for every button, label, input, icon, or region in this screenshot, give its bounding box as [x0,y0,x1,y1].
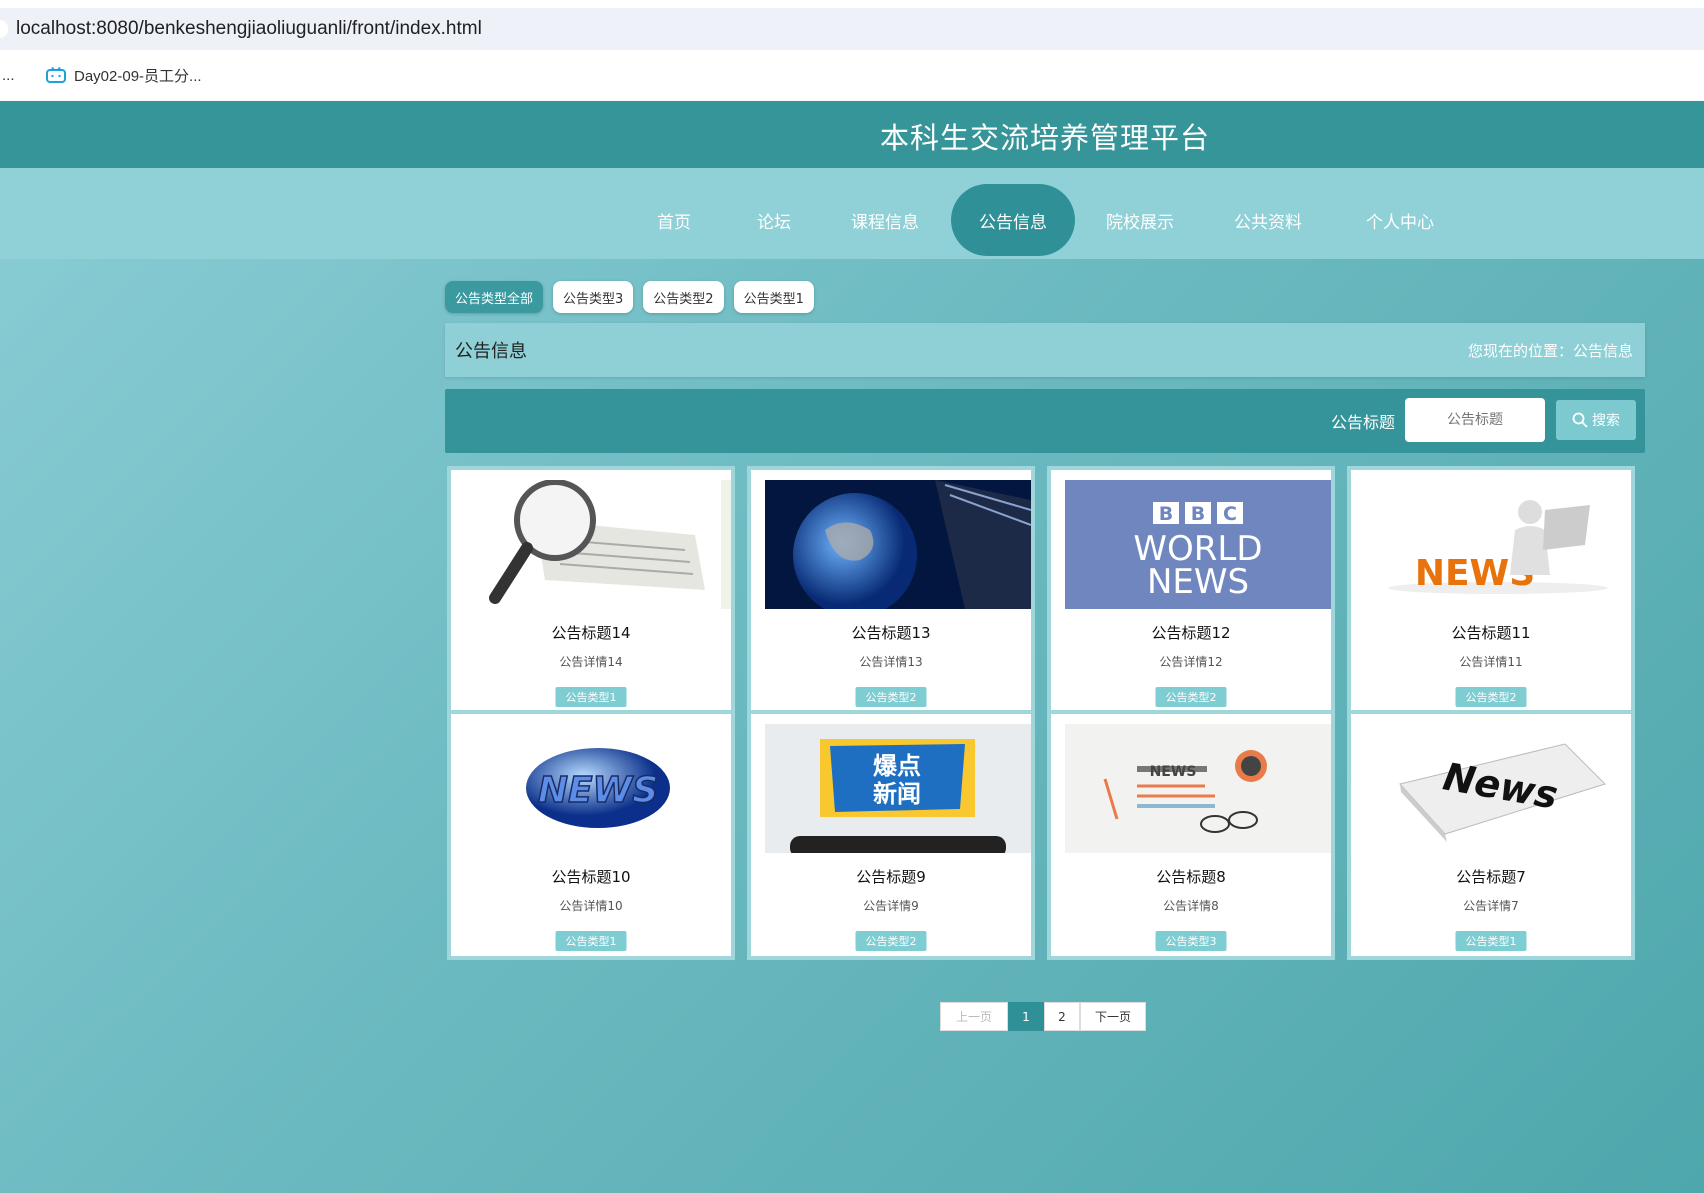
type-filters: 公告类型全部 公告类型3 公告类型2 公告类型1 [445,281,814,313]
filter-type1[interactable]: 公告类型1 [733,281,814,313]
site-info-icon[interactable] [0,20,8,38]
svg-text:新闻: 新闻 [873,780,921,808]
search-button-label: 搜索 [1592,413,1620,429]
bilibili-icon [46,67,66,83]
svg-text:B: B [1159,503,1173,525]
announcement-card[interactable]: 爆点 新闻 公告标题9 公告详情9 公告类型2 [747,710,1035,960]
search-bar: 公告标题 搜索 [445,389,1645,453]
nav-courses[interactable]: 课程信息 [846,184,924,256]
announcement-card[interactable]: B B C WORLD NEWS 公告标题12 公告详情12 公告类型2 [1047,466,1335,716]
main-nav: 首页 论坛 课程信息 公告信息 院校展示 公共资料 个人中心 [0,168,1704,259]
card-desc: 公告详情7 [1463,899,1519,913]
newspaper-image: News [1365,724,1631,853]
bbc-world-news-image: B B C WORLD NEWS [1065,480,1331,609]
news-figure-image: NEWS [1365,480,1631,609]
filter-all[interactable]: 公告类型全部 [445,281,544,313]
svg-text:NEWS: NEWS [1150,764,1197,780]
svg-text:B: B [1191,503,1205,525]
svg-text:NEWS: NEWS [1147,562,1249,602]
card-desc: 公告详情14 [559,655,623,669]
nav-profile[interactable]: 个人中心 [1360,184,1440,256]
card-tag: 公告类型1 [555,931,627,951]
card-title: 公告标题9 [856,868,926,886]
card-tag: 公告类型2 [855,687,927,707]
card-tag: 公告类型1 [555,687,627,707]
card-tag: 公告类型2 [1455,687,1527,707]
prev-page-button[interactable]: 上一页 [940,1002,1008,1031]
page-1-button[interactable]: 1 [1008,1002,1044,1031]
url-text[interactable]: localhost:8080/benkeshengjiaoliuguanli/f… [16,18,482,40]
card-title: 公告标题11 [1451,624,1531,642]
page-title: 公告信息 [455,341,527,362]
card-title: 公告标题8 [1156,868,1226,886]
announcement-card[interactable]: NEWS 公告标题8 公告详情8 公告类型3 [1047,710,1335,960]
site-title: 本科生交流培养管理平台 [880,121,1211,155]
card-desc: 公告详情13 [859,655,923,669]
card-title: 公告标题14 [551,624,631,642]
filter-type3[interactable]: 公告类型3 [553,281,634,313]
nav-home[interactable]: 首页 [645,184,703,256]
announcement-card[interactable]: NEWS 公告标题10 公告详情10 公告类型1 [447,710,735,960]
nav-public-resources[interactable]: 公共资料 [1228,184,1308,256]
announcement-card[interactable]: 公告标题14 公告详情14 公告类型1 [447,466,735,716]
announcement-card[interactable]: NEWS 公告标题11 公告详情11 公告类型2 [1347,466,1635,716]
nav-schools[interactable]: 院校展示 [1100,184,1180,256]
news-globe-image: NEWS [465,724,731,853]
announcement-card[interactable]: 公告标题13 公告详情13 公告类型2 [747,466,1035,716]
bookmarks-overflow[interactable]: ... [2,67,42,84]
globe-news-image [765,480,1031,609]
page-body: 本科生交流培养管理平台 首页 论坛 课程信息 公告信息 院校展示 公共资料 个人… [0,101,1704,1193]
bookmarks-bar: ... Day02-09-员工分... [0,50,1704,100]
nav-forum[interactable]: 论坛 [745,184,803,256]
search-button[interactable]: 搜索 [1556,400,1636,440]
announcement-grid: 公告标题14 公告详情14 公告类型1 公告标题13 公告详情13 公告类型2 [445,463,1645,983]
next-page-button[interactable]: 下一页 [1080,1002,1146,1031]
announcement-card[interactable]: News 公告标题7 公告详情7 公告类型1 [1347,710,1635,960]
bookmark-label: Day02-09-员工分... [74,67,202,85]
svg-text:NEWS: NEWS [538,770,658,811]
card-tag: 公告类型3 [1155,931,1227,951]
filter-type2[interactable]: 公告类型2 [643,281,724,313]
card-title: 公告标题7 [1456,868,1526,886]
address-bar[interactable]: localhost:8080/benkeshengjiaoliuguanli/f… [0,8,1704,50]
card-title: 公告标题13 [851,624,931,642]
location-text: 您现在的位置：公告信息 [1467,341,1633,360]
card-desc: 公告详情12 [1159,655,1223,669]
nav-announcements[interactable]: 公告信息 [951,184,1075,256]
card-desc: 公告详情8 [1163,899,1219,913]
news-illustration-image: NEWS [1065,724,1331,853]
search-icon [1572,412,1588,428]
page-2-button[interactable]: 2 [1044,1002,1080,1031]
pagination: 上一页 1 2 下一页 [940,1002,1146,1031]
card-desc: 公告详情10 [559,899,623,913]
svg-text:C: C [1223,503,1237,525]
search-input[interactable] [1405,398,1545,442]
site-header: 本科生交流培养管理平台 [0,101,1704,168]
bookmark-item[interactable]: Day02-09-员工分... [46,65,202,86]
card-title: 公告标题10 [551,868,631,886]
search-label: 公告标题 [1331,413,1396,432]
card-tag: 公告类型1 [1455,931,1527,951]
card-tag: 公告类型2 [1155,687,1227,707]
breaking-news-image: 爆点 新闻 [765,724,1031,853]
svg-text:爆点: 爆点 [873,752,921,780]
card-desc: 公告详情11 [1459,655,1523,669]
magnifier-newspaper-image [465,480,731,609]
card-tag: 公告类型2 [855,931,927,951]
card-desc: 公告详情9 [863,899,919,913]
card-title: 公告标题12 [1151,624,1231,642]
breadcrumb: 公告信息 您现在的位置：公告信息 [445,323,1645,377]
